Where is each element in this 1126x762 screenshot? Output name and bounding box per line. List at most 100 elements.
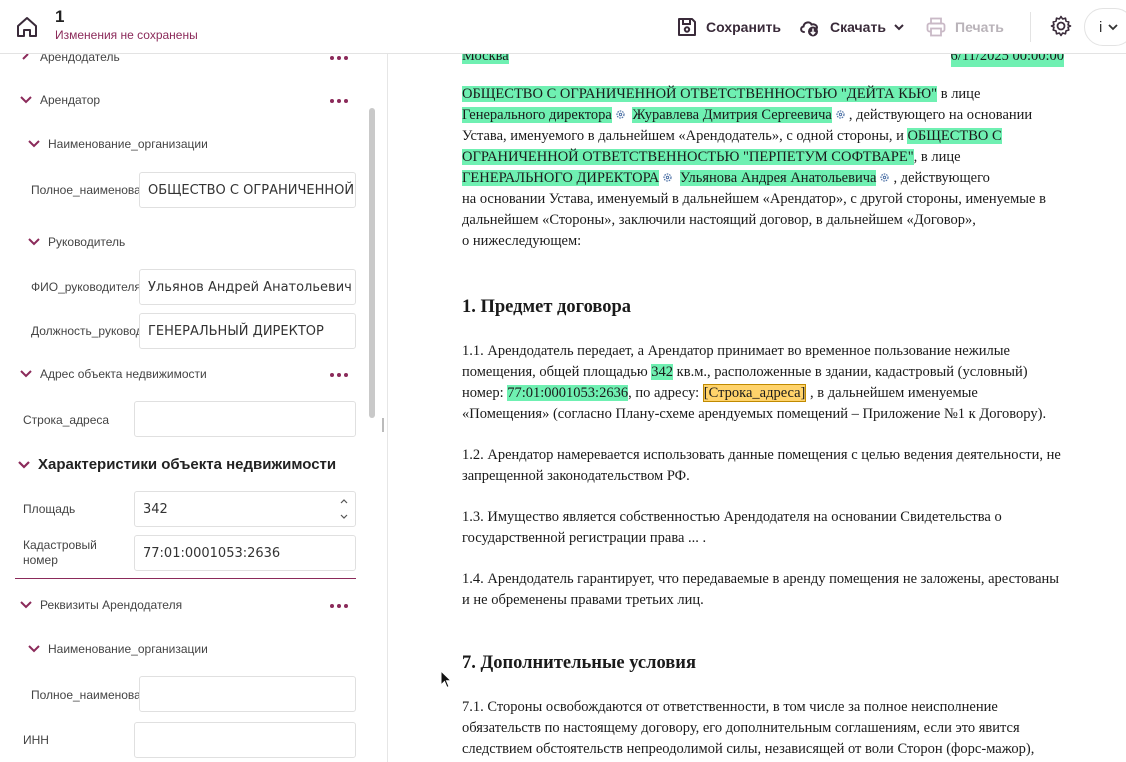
lessor-head-field[interactable]: Журавлева Дмитрия Сергеевича xyxy=(632,107,832,123)
chevron-down-icon xyxy=(1108,24,1118,31)
panel-resize-handle[interactable] xyxy=(382,418,384,432)
download-button[interactable]: Скачать xyxy=(798,14,906,40)
address-line-label: Строка_адреса xyxy=(23,413,110,427)
section-lessee-label: Арендатор xyxy=(40,93,101,107)
more-icon[interactable] xyxy=(329,54,349,62)
head-fio-label: ФИО_руководителя xyxy=(31,280,139,294)
intro-text-3: , в лице xyxy=(913,149,961,165)
area-field[interactable]: 342 xyxy=(651,364,674,380)
document-header-line: Москва 6/11/2025 00:00:00 xyxy=(462,54,1064,67)
print-button[interactable]: Печать xyxy=(925,14,1004,40)
head-position-input[interactable]: ГЕНЕРАЛЬНЫЙ ДИРЕКТОР xyxy=(139,313,356,349)
more-icon[interactable] xyxy=(329,371,349,379)
city-field[interactable]: Москва xyxy=(462,54,509,64)
paragraph-7-1: 7.1. Стороны освобождаются от ответствен… xyxy=(462,699,1035,757)
full-name-label: Полное_наименование xyxy=(31,183,139,197)
header-divider xyxy=(1030,12,1031,42)
more-icon[interactable] xyxy=(329,97,349,105)
section-lessor-details-label: Реквизиты Арендодателя xyxy=(40,598,183,612)
user-menu[interactable]: i xyxy=(1084,8,1126,46)
p11-text-c: , по адресу: xyxy=(628,385,703,401)
chevron-down-icon xyxy=(20,601,32,609)
paragraph-1-2: 1.2. Арендатор намеревается использовать… xyxy=(462,447,1061,484)
save-label: Сохранить xyxy=(706,19,781,35)
download-label: Скачать xyxy=(830,19,886,35)
section-lessor-label: Арендодатель xyxy=(40,54,120,64)
cadastral-label-line1: Кадастровый xyxy=(23,538,97,552)
cadastral-label-line2: номер xyxy=(23,553,58,567)
lessor-position-field[interactable]: Генерального директора xyxy=(462,107,612,123)
paragraph-1-1: 1.1. Арендодатель передает, а Арендатор … xyxy=(462,341,1062,425)
lessee-head-field[interactable]: Ульянова Андрея Анатольевича xyxy=(679,170,877,186)
address-line-input[interactable] xyxy=(134,401,356,437)
more-icon[interactable] xyxy=(329,602,349,610)
paragraph-1-3: 1.3. Имущество является собственностью А… xyxy=(462,509,1002,546)
full-name-2-input[interactable] xyxy=(139,676,356,712)
print-label: Печать xyxy=(955,19,1004,35)
subsection-head-label: Руководитель xyxy=(48,235,126,249)
full-name-2-label: Полное_наименование xyxy=(31,688,139,702)
form-scrollbar[interactable] xyxy=(369,108,375,418)
document-preview: Москва 6/11/2025 00:00:00 ОБЩЕСТВО С ОГР… xyxy=(389,54,1126,762)
head-position-label: Должность_руководителя xyxy=(31,324,139,338)
cloud-download-icon xyxy=(800,21,818,37)
intro-text-5: на основании Устава, именуемый в дальней… xyxy=(462,191,1046,228)
cadastral-label: Кадастровый номер xyxy=(23,538,131,568)
section-characteristics-label: Характеристики объекта недвижимости xyxy=(38,456,337,473)
intro-paragraph: ОБЩЕСТВО С ОГРАНИЧЕННОЙ ОТВЕТСТВЕННОСТЬЮ… xyxy=(462,84,1062,252)
section-address-label: Адрес объекта недвижимости xyxy=(40,367,207,381)
paragraph-1-4: 1.4. Арендодатель гарантирует, что перед… xyxy=(462,571,1060,608)
user-initial: i xyxy=(1099,18,1103,36)
save-icon xyxy=(678,18,696,36)
inn-label: ИНН xyxy=(23,733,49,747)
heading-additional-terms: 7. Дополнительные условия xyxy=(462,653,696,673)
field-gear-icon[interactable] xyxy=(662,172,673,183)
full-name-input[interactable]: ОБЩЕСТВО С ОГРАНИЧЕННОЙ ОТВЕТСТВЕННОСТЬЮ xyxy=(139,172,356,208)
intro-text-1: в лице xyxy=(937,86,981,102)
form-panel: Арендодатель Арендатор Наименование_орга… xyxy=(0,54,388,762)
home-icon[interactable] xyxy=(14,14,40,40)
section-lessor-details[interactable]: Реквизиты Арендодателя xyxy=(18,597,182,613)
mouse-cursor-icon xyxy=(440,670,452,689)
subsection-org-name-2[interactable]: Наименование_организации xyxy=(26,641,208,657)
subsection-org-name[interactable]: Наименование_организации xyxy=(26,136,208,152)
chevron-down-icon xyxy=(20,96,32,104)
field-gear-icon[interactable] xyxy=(835,109,846,120)
app-header: 1 Изменения не сохранены Сохранить Скача… xyxy=(0,0,1126,54)
subsection-org-name-label: Наименование_организации xyxy=(48,137,208,151)
field-gear-icon[interactable] xyxy=(879,172,890,183)
chevron-down-icon xyxy=(28,140,40,148)
field-gear-icon[interactable] xyxy=(615,109,626,120)
cadastral-input[interactable]: 77:01:0001053:2636 xyxy=(134,535,356,571)
heading-subject: 1. Предмет договора xyxy=(462,297,632,317)
subsection-head[interactable]: Руководитель xyxy=(26,234,125,250)
printer-icon xyxy=(926,17,946,37)
lessee-position-field[interactable]: ГЕНЕРАЛЬНОГО ДИРЕКТОРА xyxy=(462,170,660,186)
area-input[interactable]: 342 xyxy=(134,491,356,527)
lessor-org-field[interactable]: ОБЩЕСТВО С ОГРАНИЧЕННОЙ ОТВЕТСТВЕННОСТЬЮ… xyxy=(462,86,938,102)
section-address[interactable]: Адрес объекта недвижимости xyxy=(18,366,207,382)
section-lessor[interactable]: Арендодатель xyxy=(18,54,120,65)
address-placeholder-field[interactable]: [Строка_адреса] xyxy=(702,384,807,402)
chevron-right-icon xyxy=(22,54,29,60)
gear-icon[interactable] xyxy=(1049,14,1073,38)
head-fio-input[interactable]: Ульянов Андрей Анатольевич xyxy=(139,269,356,305)
subsection-org-name-2-label: Наименование_организации xyxy=(48,642,208,656)
section-separator xyxy=(15,578,356,579)
unsaved-status: Изменения не сохранены xyxy=(55,28,198,42)
intro-text-6: о нижеследующем: xyxy=(462,233,582,249)
chevron-down-icon xyxy=(20,370,32,378)
intro-text-4: , действующего xyxy=(893,170,990,186)
section-characteristics[interactable]: Характеристики объекта недвижимости xyxy=(16,456,336,473)
area-value: 342 xyxy=(143,501,168,517)
save-button[interactable]: Сохранить xyxy=(676,14,781,40)
section-lessee[interactable]: Арендатор xyxy=(18,92,100,108)
stepper-arrows-icon[interactable] xyxy=(339,495,349,523)
area-label: Площадь xyxy=(23,502,76,516)
chevron-down-icon xyxy=(894,24,904,31)
chevron-down-icon xyxy=(18,460,30,469)
chevron-down-icon xyxy=(28,238,40,246)
date-field[interactable]: 6/11/2025 00:00:00 xyxy=(950,54,1064,67)
cadastral-field[interactable]: 77:01:0001053:2636 xyxy=(507,385,629,401)
inn-input[interactable] xyxy=(134,722,356,758)
